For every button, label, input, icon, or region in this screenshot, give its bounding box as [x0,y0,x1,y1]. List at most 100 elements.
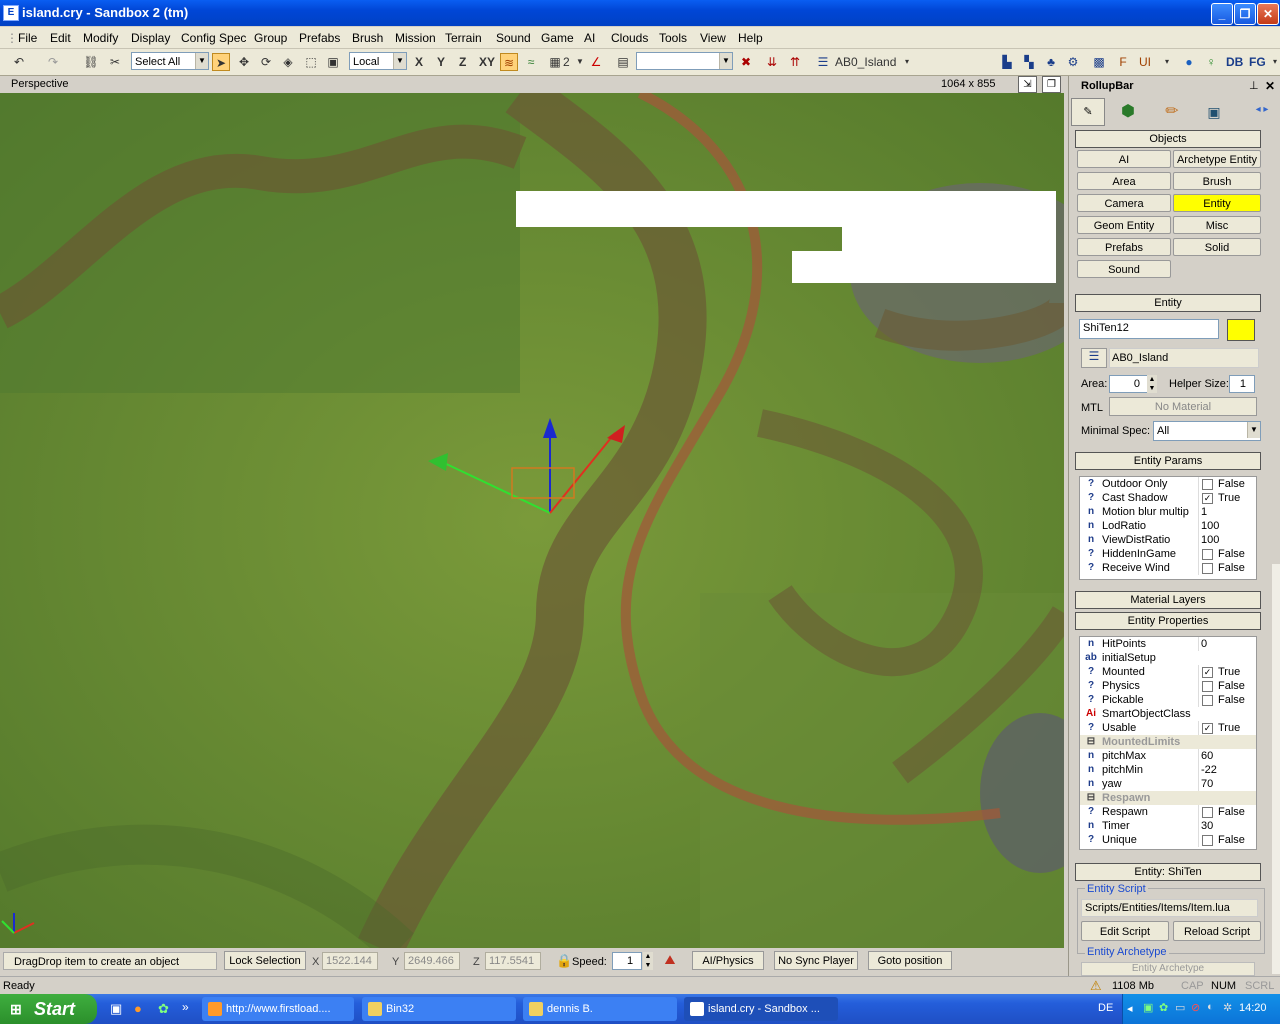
layer-icon[interactable]: ☰ [1081,348,1107,368]
object-sound-button[interactable]: Sound [1077,260,1171,278]
axis-z-button[interactable]: Z [459,55,466,69]
menu-ai[interactable]: AI [584,31,595,45]
menu-help[interactable]: Help [738,31,763,45]
terrain-follow-icon[interactable]: ≈ [522,53,540,71]
object-tool-icon[interactable]: ▙ [998,53,1016,71]
prop-value[interactable]: 70 [1201,777,1213,791]
object-area-button[interactable]: Area [1077,172,1171,190]
maximize-button[interactable]: ❐ [1234,3,1256,25]
prop-checkbox[interactable] [1202,807,1213,818]
database-button[interactable]: DB [1226,55,1243,69]
prop-checkbox[interactable]: ✓ [1202,723,1213,734]
lock-selection-button[interactable]: Lock Selection [224,951,306,970]
firefox-icon[interactable]: ● [134,1001,142,1016]
prop-value[interactable]: 30 [1201,819,1213,833]
edit-script-button[interactable]: Edit Script [1081,921,1169,941]
viewport-maximize-icon[interactable]: ❐ [1042,76,1061,93]
menu-display[interactable]: Display [131,31,170,45]
material-layers-header[interactable]: Material Layers [1075,591,1261,609]
tray-settings-icon[interactable]: ✲ [1223,1001,1232,1014]
menu-sound[interactable]: Sound [496,31,531,45]
toolbar-overflow-icon[interactable]: ▾ [1158,53,1176,71]
tab-terrain[interactable]: ⬢ [1113,100,1143,124]
quicklaunch-app-icon[interactable]: ✿ [158,1001,169,1017]
axis-xy-button[interactable]: XY [479,55,495,69]
minimal-spec-dropdown[interactable]: All ▼ [1153,421,1261,441]
no-sync-player-button[interactable]: No Sync Player [774,951,858,970]
prop-row[interactable]: ? Unique False [1080,833,1256,847]
task-dennis[interactable]: dennis B. [523,997,677,1021]
flowgraph-button[interactable]: FG [1249,55,1266,69]
param-row[interactable]: ? Receive Wind False [1080,561,1256,575]
toolbar-overflow-icon[interactable]: ▾ [1266,53,1280,71]
prop-value[interactable]: 0 [1201,637,1207,651]
object-misc-button[interactable]: Misc [1173,216,1261,234]
material-button[interactable]: No Material [1109,397,1257,416]
prop-row[interactable]: n pitchMax 60 [1080,749,1256,763]
param-row[interactable]: ? Cast Shadow ✓ True [1080,491,1256,505]
tray-app-icon[interactable]: ✿ [1159,1001,1168,1014]
collapse-icon[interactable]: ⊟ [1084,791,1098,805]
delete-selection-icon[interactable]: ✖ [737,53,755,71]
redo-icon[interactable]: ↷ [44,53,62,71]
prop-group-respawn[interactable]: ⊟ Respawn [1080,791,1256,805]
minimize-button[interactable]: _ [1211,3,1233,25]
quicklaunch-overflow-icon[interactable]: » [182,1000,189,1014]
export-icon[interactable]: ⇈ [786,53,804,71]
param-value[interactable]: 1 [1201,505,1207,519]
prop-checkbox[interactable] [1202,835,1213,846]
prop-row[interactable]: ? Mounted ✓ True [1080,665,1256,679]
prop-row[interactable]: n yaw 70 [1080,777,1256,791]
x-coordinate-field[interactable]: 1522.144 [322,952,378,970]
prop-row[interactable]: ? Usable ✓ True [1080,721,1256,735]
menu-clouds[interactable]: Clouds [611,31,648,45]
terrain-render[interactable] [0,93,1064,948]
terrain-view-icon[interactable]: ⛰ [660,952,680,970]
param-row[interactable]: ? Outdoor Only False [1080,477,1256,491]
toolbar-overflow-icon[interactable]: ▾ [898,53,916,71]
object-archetype-entity-button[interactable]: Archetype Entity [1173,150,1261,168]
warning-icon[interactable]: ⚠ [1090,978,1102,994]
object-camera-button[interactable]: Camera [1077,194,1171,212]
object-solid-button[interactable]: Solid [1173,238,1261,256]
robot-icon[interactable]: ⚙ [1064,53,1082,71]
tray-expand-icon[interactable]: ◂ [1127,1002,1133,1015]
prop-checkbox[interactable] [1202,681,1213,692]
snap-region-icon[interactable]: ▣ [324,53,342,71]
layers-icon[interactable]: ☰ [814,53,832,71]
close-button[interactable]: ✕ [1257,3,1279,25]
select-region-icon[interactable]: ⬚ [302,53,320,71]
close-icon[interactable]: ✕ [1265,79,1275,93]
menu-brush[interactable]: Brush [352,31,383,45]
tab-display[interactable]: ▣ [1199,100,1229,124]
coord-system-dropdown[interactable]: Local ▼ [349,52,407,70]
select-tool-icon[interactable]: ➤ [212,53,230,71]
tree-icon[interactable]: ♣ [1042,53,1060,71]
param-checkbox[interactable] [1202,479,1213,490]
globe-icon[interactable]: ● [1180,53,1198,71]
axis-y-button[interactable]: Y [437,55,445,69]
select-filter-dropdown[interactable]: Select All ▼ [131,52,209,70]
param-row[interactable]: n Motion blur multip 1 [1080,505,1256,519]
perspective-viewport[interactable] [0,93,1064,948]
terrain-snap-icon[interactable]: ≋ [500,53,518,71]
param-value[interactable]: 100 [1201,533,1219,547]
tray-monitor-icon[interactable]: ▭ [1175,1001,1185,1014]
object-geom-entity-button[interactable]: Geom Entity [1077,216,1171,234]
entity-header[interactable]: Entity [1075,294,1261,312]
menu-terrain[interactable]: Terrain [445,31,482,45]
move-tool-icon[interactable]: ✥ [235,53,253,71]
entity-layer-field[interactable]: AB0_Island [1109,348,1259,368]
menu-config-spec[interactable]: Config Spec [181,31,246,45]
entity-name-field[interactable]: ShiTen12 [1079,319,1219,339]
menu-edit[interactable]: Edit [50,31,71,45]
tab-create-objects[interactable]: ✎ [1071,98,1105,126]
ai-physics-button[interactable]: AI/Physics [692,951,764,970]
area-spinner[interactable]: ▲ ▼ [1147,375,1157,393]
tab-modify[interactable]: ✏ [1157,100,1187,124]
prop-checkbox[interactable] [1202,695,1213,706]
import-icon[interactable]: ⇊ [763,53,781,71]
axis-x-button[interactable]: X [415,55,423,69]
tray-volume-icon[interactable]: ◐ [1207,1001,1214,1013]
speed-input[interactable]: 1 [612,952,642,970]
